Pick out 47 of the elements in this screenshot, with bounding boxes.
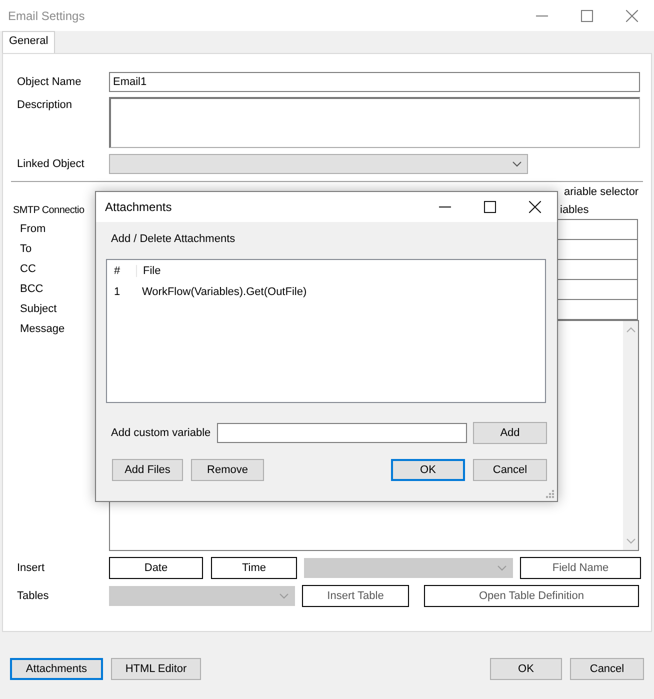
tab[interactable]: General — [2, 31, 56, 53]
dialog-button[interactable]: Remove — [191, 459, 264, 481]
field-label: Add custom variable — [111, 427, 212, 439]
field-label: Object Name — [16, 76, 82, 88]
insert-button[interactable]: Date — [109, 557, 203, 579]
column-header[interactable]: # — [107, 264, 137, 276]
table-cell-text: WorkFlow(Variables).Get(OutFile) — [141, 286, 307, 298]
field-label: Description — [16, 98, 74, 111]
hint-text: ariable selector — [564, 186, 639, 198]
custom-variable-field[interactable] — [217, 423, 467, 443]
description-field[interactable] — [109, 97, 640, 148]
chevron-icon — [512, 161, 522, 167]
chevron-icon — [497, 565, 507, 571]
window-title: Email Settings — [8, 8, 85, 22]
insert-table-button[interactable]: Insert Table — [302, 585, 409, 607]
field-label: Subject — [20, 302, 58, 317]
chevron-icon — [279, 593, 289, 599]
field-label: Linked Object — [16, 158, 86, 170]
footer-button[interactable]: HTML Editor — [111, 658, 201, 680]
dialog-title: Attachments — [105, 200, 172, 214]
section-label: SMTP Connectio — [12, 204, 86, 216]
insert-button[interactable]: Time — [211, 557, 297, 579]
field-label: From — [20, 222, 47, 237]
attachment-row[interactable]: 1 WorkFlow(Variables).Get(OutFile) — [107, 281, 545, 302]
field-label: CC — [20, 262, 37, 277]
column-header[interactable]: File — [137, 264, 161, 276]
row-label: Insert — [16, 562, 46, 574]
maximize-icon[interactable] — [484, 201, 496, 213]
object-name-field[interactable]: Email1 — [109, 72, 640, 92]
field-label: BCC — [20, 282, 44, 297]
resize-grip-icon[interactable] — [546, 490, 554, 498]
hint-text: iables — [560, 204, 589, 216]
dialog-button[interactable]: Add Files — [112, 459, 183, 481]
table-cell-text: 1 — [113, 286, 122, 298]
field-label: Message — [20, 322, 66, 337]
dialog-button[interactable]: OK — [391, 459, 465, 481]
field-label: To — [20, 242, 33, 257]
row-label: Tables — [16, 590, 50, 602]
dialog-button[interactable]: Cancel — [473, 459, 547, 481]
footer-button[interactable]: Cancel — [570, 658, 644, 680]
open-table-definition-button[interactable]: Open Table Definition — [424, 585, 639, 607]
close-icon[interactable] — [529, 201, 541, 213]
footer-button[interactable]: Attachments — [10, 658, 103, 680]
dialog-heading: Add / Delete Attachments — [110, 232, 236, 247]
add-button[interactable]: Add — [473, 422, 547, 444]
footer-button[interactable]: OK — [490, 658, 562, 680]
field-name-button[interactable]: Field Name — [520, 557, 641, 579]
